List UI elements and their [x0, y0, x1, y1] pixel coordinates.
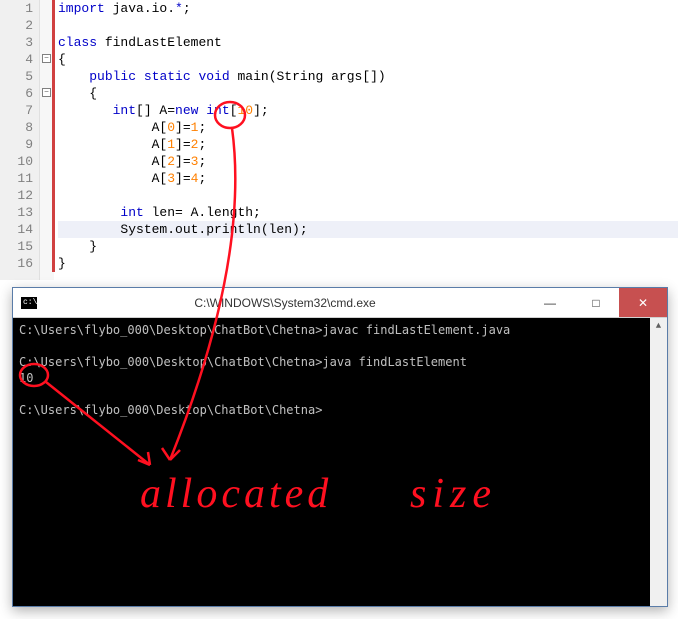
terminal-line: C:\Users\flybo_000\Desktop\ChatBot\Chetn…	[19, 354, 661, 370]
code-line[interactable]: A[0]=1;	[58, 119, 678, 136]
code-line[interactable]: class findLastElement	[58, 34, 678, 51]
line-number: 8	[0, 119, 33, 136]
terminal-output[interactable]: C:\Users\flybo_000\Desktop\ChatBot\Chetn…	[13, 318, 667, 606]
fold-minus-icon[interactable]: −	[42, 88, 51, 97]
line-number: 4	[0, 51, 33, 68]
code-line[interactable]: }	[58, 255, 678, 272]
line-number: 2	[0, 17, 33, 34]
fold-minus-icon[interactable]: −	[42, 54, 51, 63]
code-line[interactable]	[58, 187, 678, 204]
line-number: 13	[0, 204, 33, 221]
window-controls: — □ ✕	[527, 288, 667, 317]
code-line[interactable]	[58, 17, 678, 34]
line-number: 5	[0, 68, 33, 85]
window-title: C:\WINDOWS\System32\cmd.exe	[43, 296, 527, 310]
terminal-line	[19, 338, 661, 354]
cmd-window[interactable]: c:\ C:\WINDOWS\System32\cmd.exe — □ ✕ C:…	[12, 287, 668, 607]
line-number: 14	[0, 221, 33, 238]
line-number: 7	[0, 102, 33, 119]
code-line[interactable]: {	[58, 51, 678, 68]
minimize-button[interactable]: —	[527, 288, 573, 317]
line-number: 11	[0, 170, 33, 187]
line-number: 12	[0, 187, 33, 204]
code-area[interactable]: import java.io.*;class findLastElement{ …	[54, 0, 678, 280]
line-number: 10	[0, 153, 33, 170]
line-number: 16	[0, 255, 33, 272]
code-line[interactable]: int len= A.length;	[58, 204, 678, 221]
code-line[interactable]: import java.io.*;	[58, 0, 678, 17]
line-number-gutter: 12345678910111213141516	[0, 0, 40, 280]
code-line[interactable]: {	[58, 85, 678, 102]
line-number: 6	[0, 85, 33, 102]
change-marker	[52, 0, 55, 272]
code-line[interactable]: A[3]=4;	[58, 170, 678, 187]
close-button[interactable]: ✕	[619, 288, 667, 317]
terminal-line: 10	[19, 370, 661, 386]
line-number: 3	[0, 34, 33, 51]
code-line[interactable]: }	[58, 238, 678, 255]
code-line[interactable]: A[1]=2;	[58, 136, 678, 153]
code-line[interactable]: int[] A=new int[10];	[58, 102, 678, 119]
terminal-line: C:\Users\flybo_000\Desktop\ChatBot\Chetn…	[19, 402, 661, 418]
code-line[interactable]: A[2]=3;	[58, 153, 678, 170]
terminal-line	[19, 386, 661, 402]
line-number: 15	[0, 238, 33, 255]
code-line[interactable]: public static void main(String args[])	[58, 68, 678, 85]
code-line[interactable]: System.out.println(len);	[58, 221, 678, 238]
maximize-button[interactable]: □	[573, 288, 619, 317]
window-titlebar[interactable]: c:\ C:\WINDOWS\System32\cmd.exe — □ ✕	[13, 288, 667, 318]
cmd-icon: c:\	[21, 297, 37, 309]
line-number: 1	[0, 0, 33, 17]
scroll-up-icon[interactable]: ▲	[650, 318, 667, 335]
code-editor[interactable]: 12345678910111213141516 − − import java.…	[0, 0, 678, 280]
scrollbar[interactable]: ▲	[650, 318, 667, 606]
line-number: 9	[0, 136, 33, 153]
terminal-line: C:\Users\flybo_000\Desktop\ChatBot\Chetn…	[19, 322, 661, 338]
